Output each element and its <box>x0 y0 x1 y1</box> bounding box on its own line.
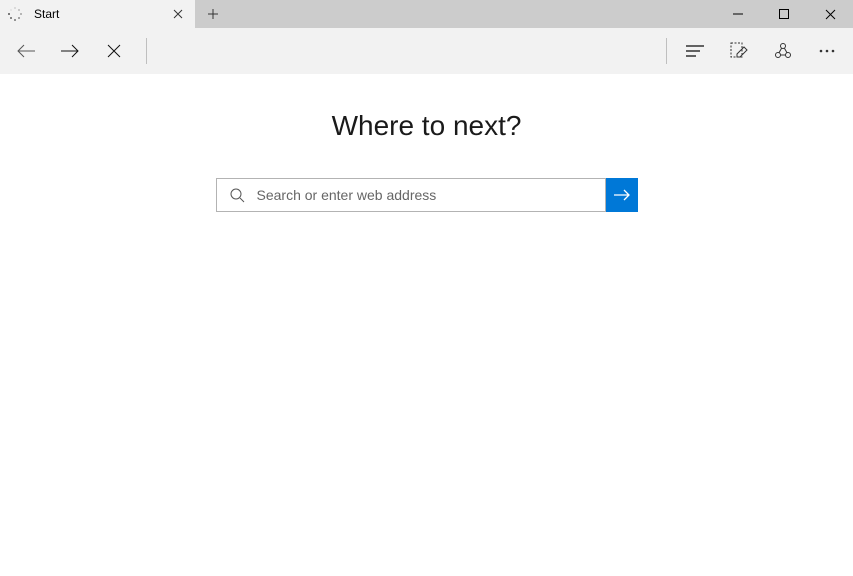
share-icon <box>774 42 792 60</box>
browser-tab[interactable]: Start <box>0 0 195 28</box>
web-note-icon <box>730 42 748 60</box>
minimize-button[interactable] <box>715 0 761 28</box>
loading-spinner-icon <box>8 7 22 21</box>
more-button[interactable] <box>805 29 849 73</box>
close-icon <box>173 9 183 19</box>
plus-icon <box>207 8 219 20</box>
forward-arrow-icon <box>60 43 80 59</box>
share-button[interactable] <box>761 29 805 73</box>
close-icon <box>107 44 121 58</box>
search-go-button[interactable] <box>606 178 638 212</box>
start-page-content: Where to next? <box>0 74 853 212</box>
hub-icon <box>686 44 704 58</box>
page-heading: Where to next? <box>332 110 522 142</box>
close-icon <box>825 9 836 20</box>
go-arrow-icon <box>613 188 631 202</box>
close-window-button[interactable] <box>807 0 853 28</box>
new-tab-button[interactable] <box>195 0 231 28</box>
search-icon <box>229 187 245 203</box>
toolbar <box>0 28 853 74</box>
close-tab-button[interactable] <box>169 5 187 23</box>
web-note-button[interactable] <box>717 29 761 73</box>
search-container <box>216 178 638 212</box>
minimize-icon <box>733 9 743 19</box>
more-icon <box>819 49 835 53</box>
search-box[interactable] <box>216 178 606 212</box>
search-input[interactable] <box>257 187 593 203</box>
divider <box>146 38 147 64</box>
maximize-button[interactable] <box>761 0 807 28</box>
maximize-icon <box>779 9 789 19</box>
forward-button[interactable] <box>48 29 92 73</box>
back-arrow-icon <box>16 43 36 59</box>
back-button[interactable] <box>4 29 48 73</box>
stop-button[interactable] <box>92 29 136 73</box>
divider <box>666 38 667 64</box>
titlebar: Start <box>0 0 853 28</box>
window-controls <box>715 0 853 28</box>
tab-title: Start <box>34 7 169 21</box>
hub-button[interactable] <box>673 29 717 73</box>
